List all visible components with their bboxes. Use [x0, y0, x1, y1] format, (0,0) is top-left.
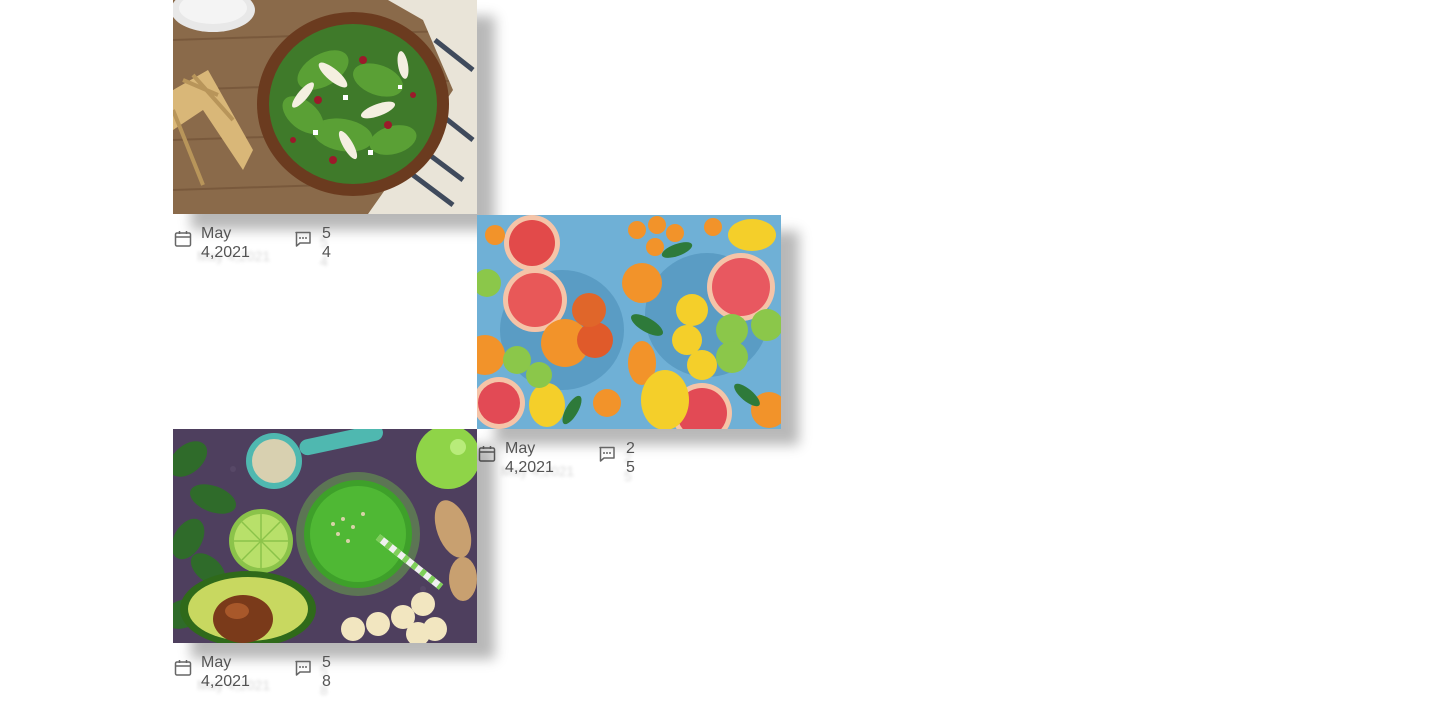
smoothie-photo	[173, 429, 477, 643]
post-image-salad[interactable]	[173, 0, 477, 214]
calendar-icon	[174, 231, 192, 247]
post-date: May 4,2021	[201, 225, 250, 261]
calendar-icon	[478, 446, 496, 462]
post-meta: May 4,2021 25 May 4,2021 25	[477, 439, 781, 499]
post-card-smoothie[interactable]: May 4,2021 58 May 4,2021 58	[173, 429, 477, 713]
post-card-salad[interactable]: May 4,2021 54 May 4,2021 54	[173, 0, 477, 284]
post-card-citrus[interactable]: May 4,2021 25 May 4,2021 25	[477, 215, 781, 499]
comment-count[interactable]: 58	[322, 653, 336, 691]
post-date: May 4,2021	[505, 440, 554, 476]
comment-count[interactable]: 25	[626, 439, 640, 477]
comment-icon[interactable]	[597, 444, 617, 464]
post-date: May 4,2021	[201, 654, 250, 690]
comment-icon[interactable]	[293, 229, 313, 249]
post-meta: May 4,2021 58 May 4,2021 58	[173, 653, 477, 713]
post-image-smoothie[interactable]	[173, 429, 477, 643]
salad-photo	[173, 0, 477, 214]
calendar-icon	[174, 660, 192, 676]
post-image-citrus[interactable]	[477, 215, 781, 429]
comment-count[interactable]: 54	[322, 224, 336, 262]
post-meta: May 4,2021 54 May 4,2021 54	[173, 224, 477, 284]
citrus-photo	[477, 215, 781, 429]
comment-icon[interactable]	[293, 658, 313, 678]
